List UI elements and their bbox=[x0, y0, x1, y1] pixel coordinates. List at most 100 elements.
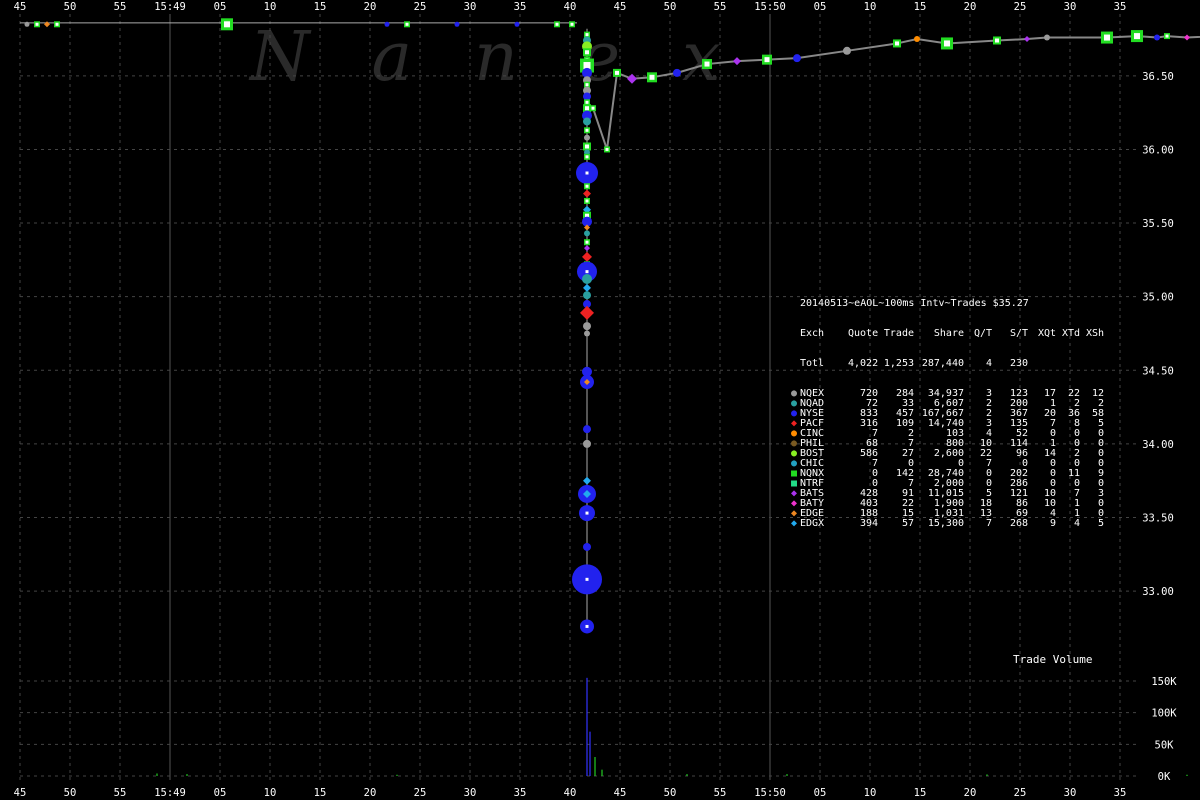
x-tick-label: 15 bbox=[914, 787, 927, 799]
x-tick-label: 10 bbox=[264, 787, 277, 799]
trade-point bbox=[941, 37, 953, 50]
trade-point bbox=[582, 251, 592, 262]
trade-point bbox=[1154, 34, 1160, 41]
table-header: Exch Quote Trade Share Q/T S/T XQt XTd XSh bbox=[788, 329, 1104, 339]
table-header-cell: XTd bbox=[1061, 328, 1080, 339]
table-total-cell bbox=[1028, 359, 1056, 369]
x-tick-label: 05 bbox=[814, 787, 827, 799]
trade-point bbox=[583, 439, 591, 448]
exchange-table: 20140513~eAOL~100ms Intv~Trades $35.27 E… bbox=[788, 279, 1104, 539]
y-tick-label: 35.00 bbox=[1142, 292, 1174, 304]
trade-point bbox=[793, 54, 801, 63]
trade-point bbox=[584, 197, 590, 204]
trade-point bbox=[554, 21, 560, 28]
table-total-cell: 1,253 bbox=[883, 358, 914, 369]
trade-point bbox=[584, 239, 590, 246]
trade-point bbox=[584, 245, 590, 252]
x-tick-labels-top: 45 50 55 15:49 05 10 15 20 25 30 35 40 45 50 55 15:50 05… bbox=[14, 1, 1127, 13]
x-tick-label: 20 bbox=[964, 1, 977, 13]
trade-point-inner bbox=[704, 61, 710, 67]
y-volume-tick-label: 150K bbox=[1151, 676, 1177, 688]
trade-point-inner bbox=[585, 50, 589, 55]
table-total-cell bbox=[1056, 359, 1080, 369]
y-tick-label: 34.50 bbox=[1142, 365, 1174, 377]
trade-point-inner bbox=[224, 21, 230, 28]
x-tick-label: 45 bbox=[614, 787, 627, 799]
trade-point bbox=[762, 54, 772, 65]
table-row: ◆ EDGX 394 57 15,300 7 268 9 4 5 bbox=[788, 519, 1104, 529]
trade-point-center bbox=[585, 171, 589, 175]
legend-spacer bbox=[788, 329, 800, 339]
x-tick-label: 25 bbox=[414, 1, 427, 13]
volume-label: Trade Volume bbox=[1013, 653, 1093, 666]
x-tick-label: 15 bbox=[314, 787, 327, 799]
volume-bars bbox=[156, 677, 1188, 776]
trade-point-center bbox=[585, 270, 589, 274]
x-tick-label: 05 bbox=[214, 1, 227, 13]
diamond-marker-icon: ◆ bbox=[790, 518, 798, 529]
trade-point-inner bbox=[995, 38, 999, 43]
trade-point-center bbox=[585, 577, 589, 581]
trade-point-inner bbox=[585, 33, 589, 37]
y-volume-tick-labels: 150K 100K 50K 0K bbox=[1151, 676, 1177, 783]
legend-spacer bbox=[788, 359, 800, 369]
trade-point-inner bbox=[555, 22, 559, 26]
trade-point-inner bbox=[585, 240, 589, 244]
trade-point bbox=[583, 322, 591, 331]
trade-point bbox=[221, 18, 233, 31]
table-title: 20140513~eAOL~100ms Intv~Trades $35.27 bbox=[800, 298, 1029, 309]
trade-point-inner bbox=[591, 106, 595, 110]
x-tick-label: 10 bbox=[264, 1, 277, 13]
x-tick-label: 45 bbox=[14, 1, 27, 13]
trade-point-inner bbox=[615, 70, 619, 75]
x-tick-label: 15:49 bbox=[154, 787, 186, 799]
trade-point-inner bbox=[1104, 34, 1110, 41]
table-header-cell: Trade bbox=[883, 328, 914, 339]
trade-point bbox=[893, 39, 901, 48]
x-tick-label: 55 bbox=[714, 787, 727, 799]
trade-point-inner bbox=[1134, 33, 1140, 40]
x-tick-label: 15 bbox=[314, 1, 327, 13]
trade-point bbox=[613, 68, 621, 77]
trade-point bbox=[584, 127, 590, 134]
x-tick-label: 55 bbox=[114, 1, 127, 13]
trade-point bbox=[584, 330, 590, 337]
x-tick-label: 15:50 bbox=[754, 1, 786, 13]
y-tick-label: 34.00 bbox=[1142, 439, 1174, 451]
trade-point bbox=[647, 72, 657, 83]
trade-point bbox=[914, 36, 920, 43]
x-tick-label: 25 bbox=[1014, 787, 1027, 799]
y-volume-tick-label: 50K bbox=[1155, 739, 1175, 751]
table-cell: 268 bbox=[1009, 518, 1028, 529]
x-tick-label: 35 bbox=[1114, 787, 1127, 799]
table-total-cell bbox=[1080, 359, 1104, 369]
x-tick-label: 50 bbox=[664, 1, 677, 13]
trade-point-inner bbox=[764, 57, 770, 63]
trade-point bbox=[1044, 34, 1050, 41]
x-tick-label: 15:49 bbox=[154, 1, 186, 13]
table-cell: 5 bbox=[1097, 518, 1104, 529]
trade-point bbox=[1164, 33, 1170, 40]
table-total-cell: 287,440 bbox=[921, 358, 964, 369]
trade-point bbox=[1184, 34, 1190, 41]
table-total-cell: Totl bbox=[800, 358, 825, 369]
trade-point-inner bbox=[35, 22, 39, 26]
table-cell: 57 bbox=[901, 518, 914, 529]
trade-point bbox=[580, 305, 594, 320]
trade-point bbox=[627, 73, 637, 84]
trade-point-inner bbox=[55, 22, 59, 26]
trade-point bbox=[514, 21, 520, 27]
trade-point bbox=[44, 21, 50, 28]
y-tick-label: 35.50 bbox=[1142, 218, 1174, 230]
trade-point bbox=[34, 21, 40, 28]
trade-point-inner bbox=[585, 128, 589, 132]
trade-point bbox=[1024, 36, 1030, 43]
x-tick-label: 35 bbox=[514, 787, 527, 799]
x-tick-label: 55 bbox=[714, 1, 727, 13]
trade-point-inner bbox=[649, 74, 655, 80]
trade-point bbox=[54, 21, 60, 28]
trade-point bbox=[584, 230, 590, 237]
trade-point bbox=[583, 92, 591, 101]
x-tick-labels-bottom: 45 50 55 15:49 05 10 15 20 25 30 35 40 45 50 55 15:50 05… bbox=[14, 787, 1127, 799]
table-cell: 2,600 bbox=[933, 448, 964, 459]
